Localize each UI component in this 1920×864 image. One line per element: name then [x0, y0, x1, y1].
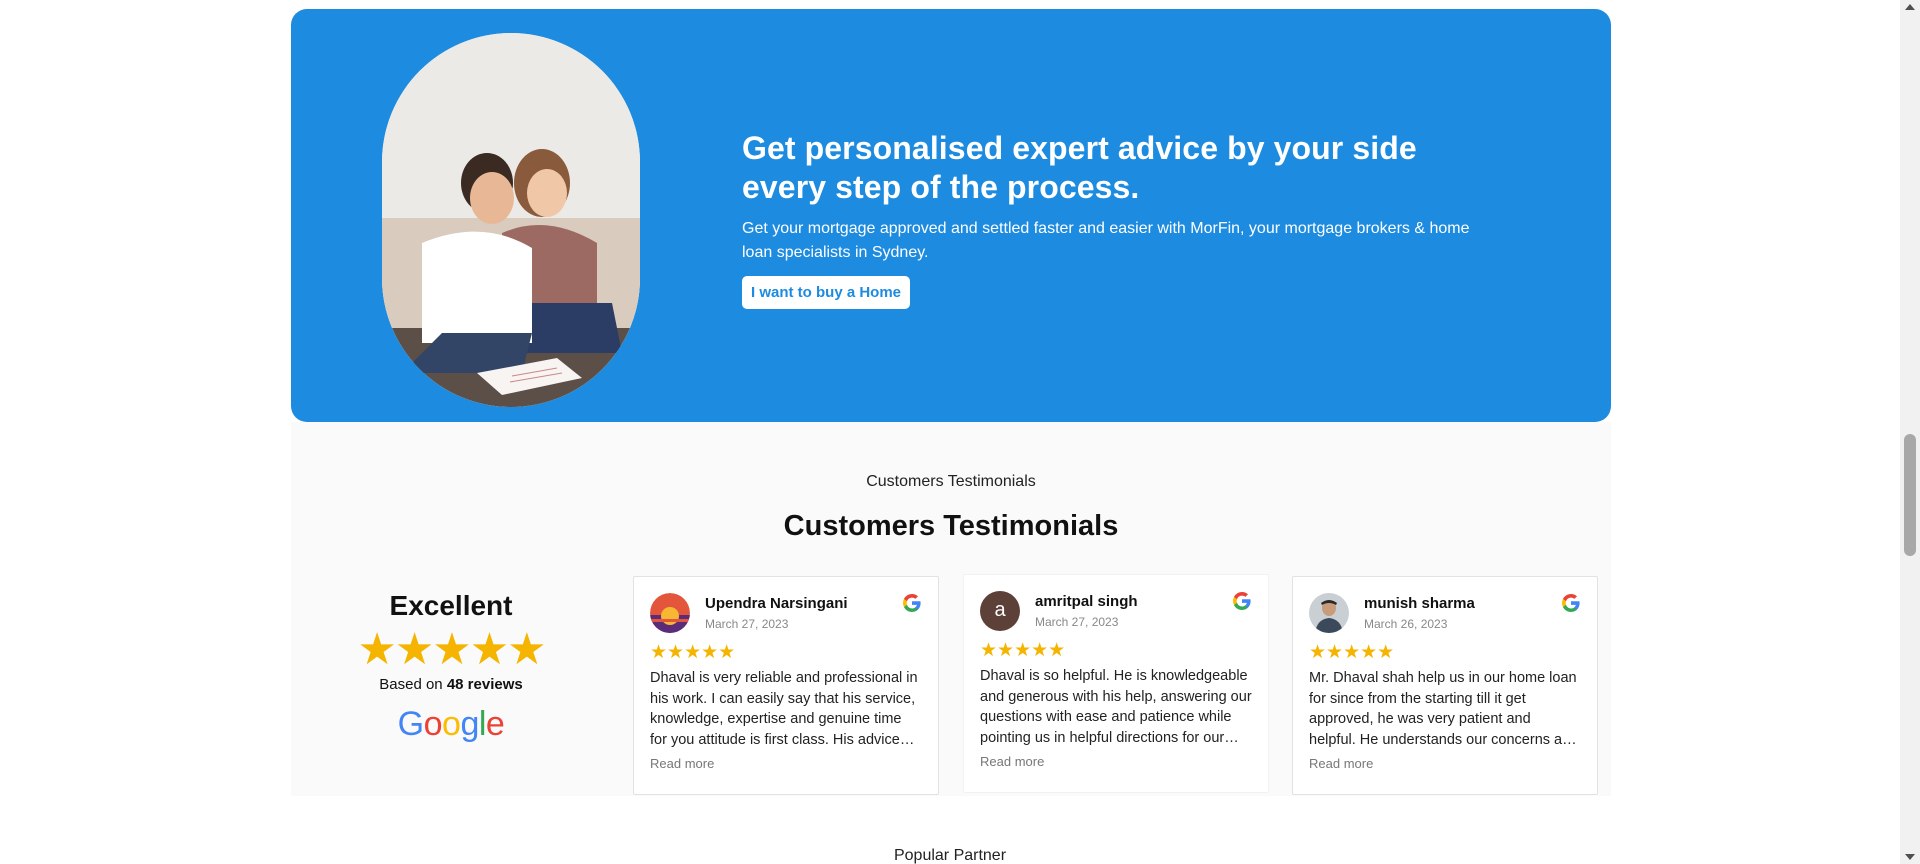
- review-date: March 27, 2023: [1035, 615, 1119, 629]
- hero-text-block: Get personalised expert advice by your s…: [742, 129, 1502, 309]
- google-logo: Google: [397, 705, 505, 743]
- rating-summary: Excellent ★★★★★ Based on 48 reviews Goog…: [351, 590, 551, 744]
- review-header: munish sharma March 26, 2023: [1309, 593, 1581, 637]
- google-g-icon: [1562, 594, 1580, 612]
- based-on-prefix: Based on: [379, 676, 447, 693]
- scroll-down-arrow-icon[interactable]: [1905, 854, 1915, 860]
- scrollbar-thumb[interactable]: [1904, 434, 1916, 556]
- popular-partner-kicker: Popular Partner: [893, 847, 1007, 864]
- review-date: March 26, 2023: [1364, 617, 1448, 631]
- testimonials-section: Customers Testimonials Customers Testimo…: [291, 422, 1611, 796]
- testimonials-kicker: Customers Testimonials: [866, 473, 1036, 490]
- page: Get personalised expert advice by your s…: [0, 0, 1920, 864]
- review-stars: ★★★★★: [980, 640, 1066, 661]
- page-scrollbar[interactable]: [1900, 0, 1920, 864]
- review-text: Dhaval is so helpful. He is knowledgeabl…: [980, 668, 1252, 746]
- testimonials-title: Customers Testimonials: [783, 510, 1119, 542]
- review-header: a amritpal singh March 27, 2023: [980, 591, 1252, 635]
- review-stars: ★★★★★: [1309, 642, 1395, 663]
- scroll-up-arrow-icon[interactable]: [1905, 4, 1915, 10]
- google-g-icon: [903, 594, 921, 612]
- avatar: a: [980, 591, 1020, 631]
- avatar: [1309, 593, 1349, 633]
- rating-stars: ★★★★★: [357, 625, 546, 674]
- review-date: March 27, 2023: [705, 617, 789, 631]
- google-g-icon: [1233, 592, 1251, 610]
- buy-home-button[interactable]: I want to buy a Home: [742, 276, 911, 309]
- reviewer-name: Upendra Narsingani: [705, 595, 848, 612]
- hero-title: Get personalised expert advice by your s…: [742, 130, 1417, 205]
- review-card: munish sharma March 26, 2023 ★★★★★ Mr. D…: [1292, 576, 1598, 795]
- read-more-link[interactable]: Read more: [650, 756, 922, 771]
- read-more-link[interactable]: Read more: [980, 754, 1252, 769]
- review-stars: ★★★★★: [650, 642, 736, 663]
- hero-subtitle: Get your mortgage approved and settled f…: [742, 220, 1470, 261]
- rating-label: Excellent: [389, 590, 513, 621]
- review-header: Upendra Narsingani March 27, 2023: [650, 593, 922, 637]
- review-card: Upendra Narsingani March 27, 2023 ★★★★★ …: [633, 576, 939, 795]
- hero-banner: Get personalised expert advice by your s…: [291, 9, 1611, 422]
- reviewer-name: munish sharma: [1364, 595, 1475, 612]
- read-more-link[interactable]: Read more: [1309, 756, 1581, 771]
- review-card: a amritpal singh March 27, 2023 ★★★★★ Dh…: [963, 574, 1269, 793]
- reviews-count: 48 reviews: [446, 676, 523, 693]
- review-text: Dhaval is very reliable and professional…: [650, 670, 918, 748]
- review-text: Mr. Dhaval shah help us in our home loan…: [1309, 670, 1579, 748]
- reviewer-name: amritpal singh: [1035, 593, 1138, 610]
- avatar: [650, 593, 690, 633]
- hero-couple-photo: [382, 33, 640, 407]
- rating-based-on: Based on 48 reviews: [351, 676, 551, 693]
